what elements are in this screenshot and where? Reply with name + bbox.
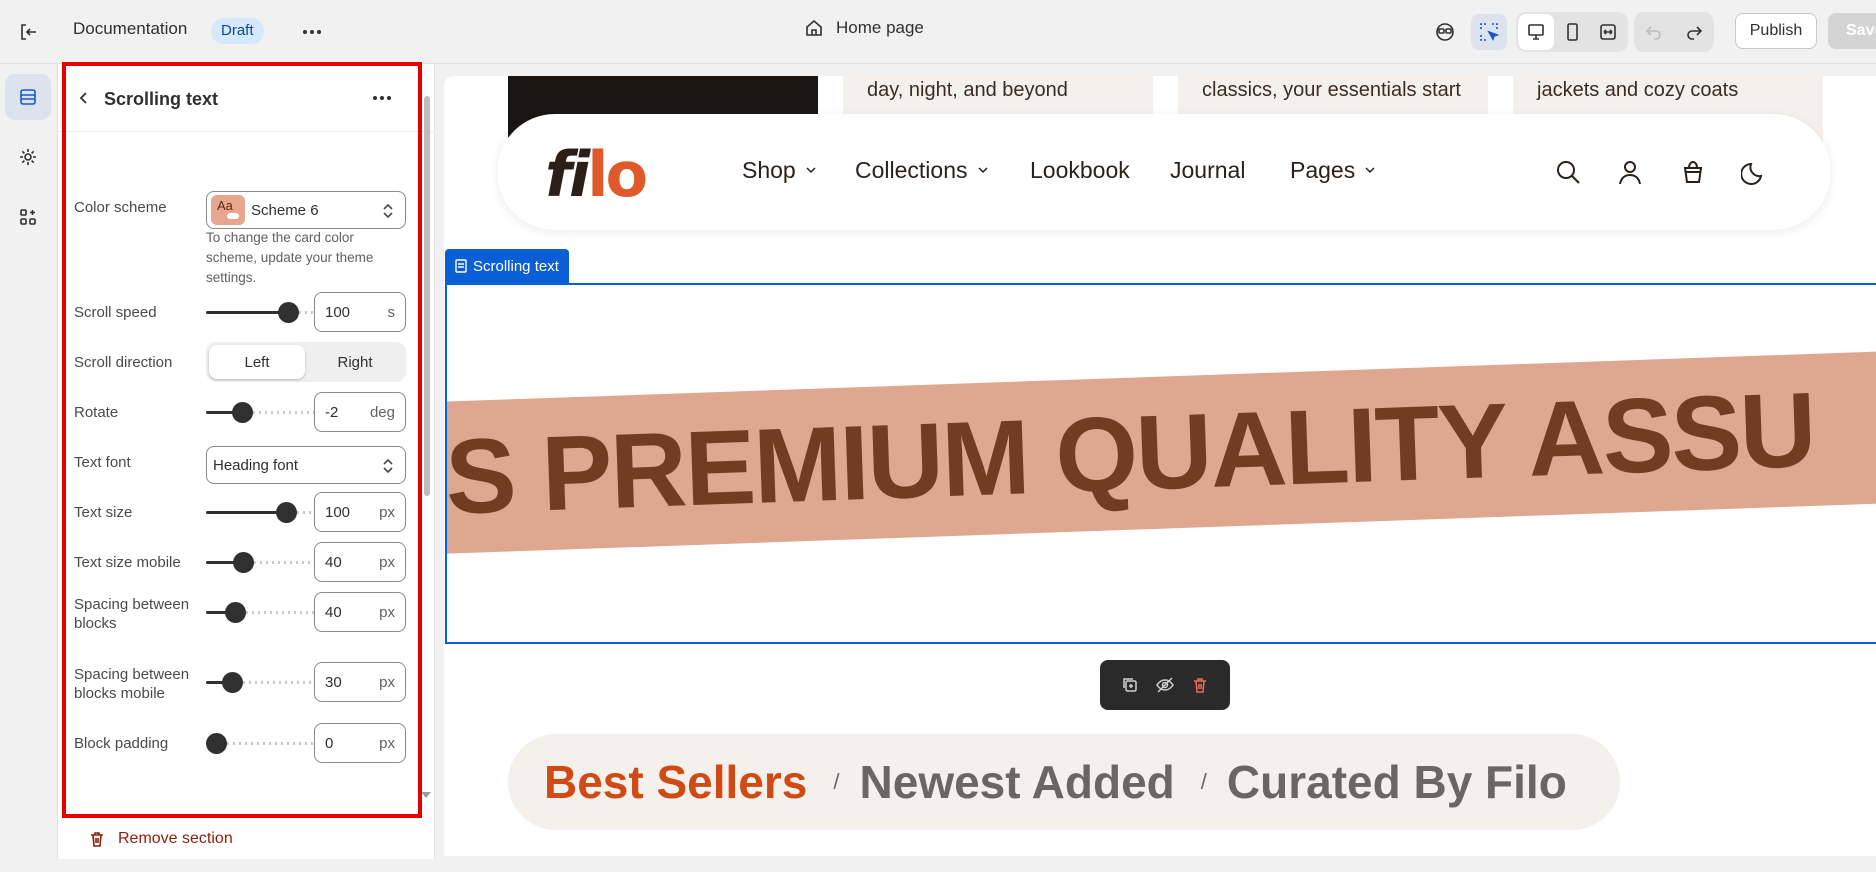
block-padding-input[interactable]: 0 px xyxy=(314,723,406,763)
page-name: Home page xyxy=(836,18,924,37)
trash-icon xyxy=(91,831,103,847)
tab-best-sellers[interactable]: Best Sellers xyxy=(544,755,807,809)
scrolling-text-section[interactable]: ES PREMIUM QUALITY ASSU xyxy=(445,283,1876,644)
panel-scrollbar[interactable] xyxy=(424,96,430,496)
sections-icon[interactable] xyxy=(5,74,51,120)
chevron-updown-icon xyxy=(383,458,393,474)
tab-separator: / xyxy=(1200,769,1207,794)
panel-title: Scrolling text xyxy=(104,89,219,109)
dark-mode-icon[interactable] xyxy=(1741,158,1769,186)
panel-header: Scrolling text xyxy=(58,64,435,132)
spacing-blocks-input[interactable]: 40 px xyxy=(314,592,406,632)
settings-list[interactable]: Color scheme Aa Scheme 6 To change the c… xyxy=(58,132,418,872)
scroll-speed-input[interactable]: 100 s xyxy=(314,292,406,332)
undo-icon[interactable] xyxy=(1636,14,1672,50)
chevron-updown-icon xyxy=(383,203,393,219)
duplicate-icon[interactable] xyxy=(1121,676,1139,694)
spacing-blocks-slider[interactable] xyxy=(206,601,320,623)
remove-section-label: Remove section xyxy=(118,829,233,847)
apps-icon[interactable] xyxy=(5,194,51,240)
scroll-direction-toggle: Left Right xyxy=(206,342,406,382)
marquee-text: ES PREMIUM QUALITY ASSU xyxy=(445,370,1817,539)
nav-pages[interactable]: Pages xyxy=(1290,157,1375,184)
hide-icon[interactable] xyxy=(1155,676,1175,694)
remove-section-button[interactable]: Remove section xyxy=(62,818,422,859)
scroll-direction-label: Scroll direction xyxy=(74,354,173,371)
block-padding-slider[interactable] xyxy=(206,732,320,754)
store-logo[interactable]: filo xyxy=(545,138,648,211)
color-scheme-select[interactable]: Aa Scheme 6 xyxy=(206,191,406,229)
chevron-down-icon xyxy=(806,167,816,174)
theme-name[interactable]: Documentation xyxy=(73,19,187,39)
product-tabs: Best Sellers / Newest Added / Curated By… xyxy=(508,734,1620,830)
text-size-mobile-label: Text size mobile xyxy=(74,554,181,571)
theme-settings-icon[interactable] xyxy=(5,134,51,180)
page-selector[interactable]: Home page xyxy=(804,18,924,38)
block-padding-label: Block padding xyxy=(74,735,169,752)
text-size-mobile-slider[interactable] xyxy=(206,551,320,573)
section-toolbar xyxy=(1100,660,1230,710)
more-actions-icon[interactable] xyxy=(296,16,328,48)
account-icon[interactable] xyxy=(1616,158,1644,186)
section-more-icon[interactable] xyxy=(366,82,398,114)
store-header: filo Shop Collections Lookbook Journal P… xyxy=(497,114,1831,230)
exit-icon[interactable] xyxy=(12,16,44,48)
inspector-icon[interactable] xyxy=(1471,14,1507,50)
color-scheme-value: Scheme 6 xyxy=(251,201,319,219)
preview-canvas[interactable]: day, night, and beyond classics, your es… xyxy=(444,76,1876,856)
rotate-label: Rotate xyxy=(74,404,119,421)
scheme-swatch: Aa xyxy=(211,195,245,225)
text-size-input[interactable]: 100 px xyxy=(314,492,406,532)
top-bar: Documentation Draft Home page Publish Sa… xyxy=(0,0,1876,64)
text-size-label: Text size xyxy=(74,504,133,521)
spacing-blocks-mobile-label: Spacing between blocks mobile xyxy=(74,666,190,702)
marquee-band: ES PREMIUM QUALITY ASSU xyxy=(445,347,1876,555)
nav-collections[interactable]: Collections xyxy=(855,157,988,184)
mobile-icon[interactable] xyxy=(1554,14,1590,50)
spacing-blocks-mobile-input[interactable]: 30 px xyxy=(314,662,406,702)
chevron-down-icon xyxy=(1365,167,1375,174)
search-icon[interactable] xyxy=(1554,158,1582,186)
section-icon xyxy=(455,259,467,273)
chevron-down-icon xyxy=(977,167,988,174)
tab-curated[interactable]: Curated By Filo xyxy=(1227,755,1567,809)
text-size-slider[interactable] xyxy=(206,501,320,523)
tab-newest-added[interactable]: Newest Added xyxy=(860,755,1175,809)
tab-separator: / xyxy=(833,769,840,794)
scroll-speed-slider[interactable] xyxy=(206,301,320,323)
publish-button[interactable]: Publish xyxy=(1735,13,1817,49)
spacing-blocks-mobile-slider[interactable] xyxy=(206,671,320,693)
section-tag[interactable]: Scrolling text xyxy=(445,249,569,283)
spacing-blocks-label: Spacing between blocks xyxy=(74,596,190,632)
nav-shop[interactable]: Shop xyxy=(742,157,816,184)
preview-icon[interactable] xyxy=(1427,14,1463,50)
text-font-select[interactable]: Heading font xyxy=(206,446,406,484)
text-size-mobile-input[interactable]: 40 px xyxy=(314,542,406,582)
back-icon[interactable] xyxy=(68,82,100,114)
direction-right-option[interactable]: Right xyxy=(307,345,403,379)
delete-icon[interactable] xyxy=(1191,676,1209,694)
nav-lookbook[interactable]: Lookbook xyxy=(1030,157,1130,184)
home-icon xyxy=(806,19,822,36)
nav-journal[interactable]: Journal xyxy=(1170,157,1245,184)
direction-left-option[interactable]: Left xyxy=(209,345,305,379)
color-scheme-label: Color scheme xyxy=(74,199,167,216)
section-tag-label: Scrolling text xyxy=(473,257,559,275)
desktop-icon[interactable] xyxy=(1518,14,1554,50)
scroll-speed-label: Scroll speed xyxy=(74,304,157,321)
left-rail xyxy=(0,64,58,859)
save-button[interactable]: Save xyxy=(1828,13,1876,49)
color-scheme-help: To change the card color scheme, update … xyxy=(206,230,374,285)
status-badge: Draft xyxy=(211,18,264,44)
section-settings-panel: Scrolling text Color scheme Aa Scheme 6 … xyxy=(58,64,435,859)
rotate-slider[interactable] xyxy=(206,401,320,423)
redo-icon[interactable] xyxy=(1676,14,1712,50)
text-font-value: Heading font xyxy=(213,456,299,474)
scroll-down-icon[interactable] xyxy=(420,790,432,800)
text-font-label: Text font xyxy=(74,454,131,471)
full-width-icon[interactable] xyxy=(1590,14,1626,50)
rotate-input[interactable]: -2 deg xyxy=(314,392,406,432)
cart-icon[interactable] xyxy=(1679,158,1707,186)
